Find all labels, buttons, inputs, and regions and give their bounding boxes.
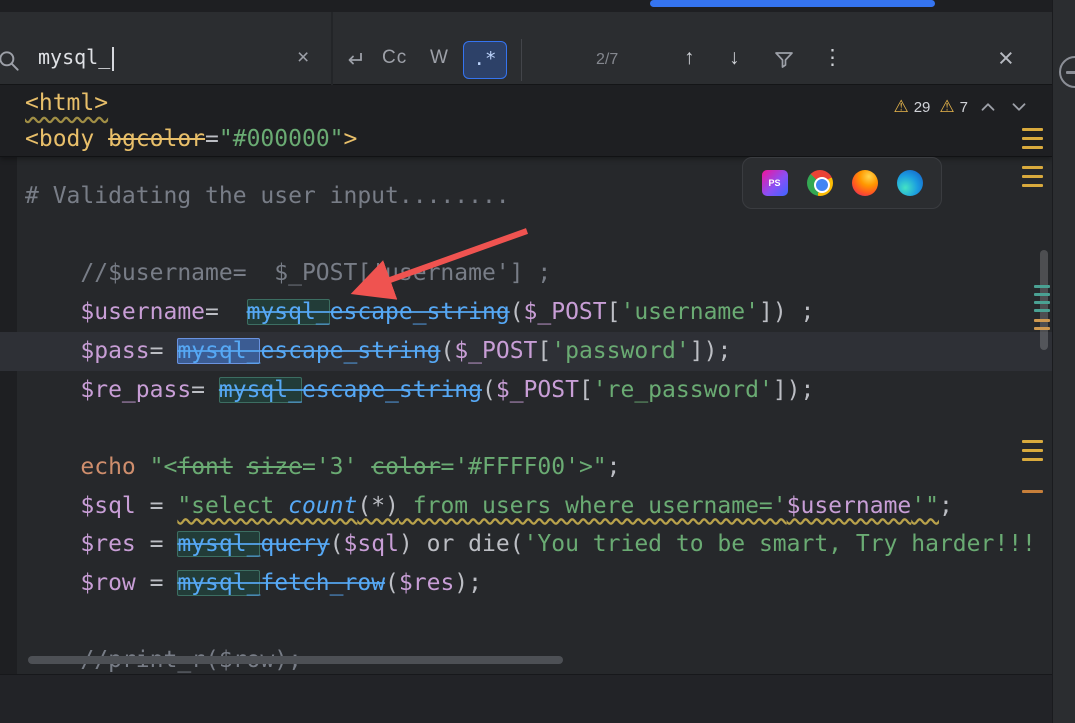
text-caret bbox=[112, 46, 115, 71]
match-case-toggle[interactable]: Cc bbox=[382, 47, 407, 69]
right-tool-window-bar bbox=[1052, 0, 1075, 723]
edge-icon[interactable] bbox=[896, 170, 923, 196]
phpstorm-icon[interactable]: PS bbox=[761, 170, 788, 196]
code-line: $re_pass= mysql_escape_string($_POST['re… bbox=[80, 376, 815, 403]
inspection-mark bbox=[1022, 440, 1043, 467]
code-line: $row = mysql_fetch_row($res); bbox=[80, 570, 482, 597]
more-options-icon[interactable]: ⋮ bbox=[822, 45, 843, 70]
stripe-mark bbox=[1034, 327, 1050, 330]
whole-words-toggle[interactable]: W bbox=[430, 47, 448, 69]
code-line: $pass= mysql_escape_string($_POST['passw… bbox=[0, 331, 1052, 371]
inspections-widget[interactable]: ⚠ 29 ⚠ 7 bbox=[893, 89, 1030, 125]
regex-toggle[interactable]: .* bbox=[463, 41, 507, 79]
horizontal-scrollbar-thumb[interactable] bbox=[28, 656, 563, 664]
close-search-icon[interactable]: × bbox=[998, 43, 1014, 74]
filter-icon[interactable] bbox=[772, 48, 796, 72]
firefox-icon[interactable] bbox=[851, 170, 878, 196]
code-line: //$username= $_POST['username'] ; bbox=[25, 260, 552, 287]
newline-icon[interactable] bbox=[342, 47, 366, 71]
inspection-mark bbox=[1022, 128, 1043, 155]
warning-count: 7 bbox=[959, 98, 968, 116]
search-input[interactable]: mysql_ bbox=[38, 45, 115, 71]
stripe-mark bbox=[1034, 293, 1050, 296]
search-icon bbox=[0, 51, 19, 71]
code-line: $res = mysql_query($sql) or die('You tri… bbox=[80, 531, 1036, 558]
bottom-panel bbox=[0, 674, 1052, 723]
search-query-text: mysql_ bbox=[38, 45, 111, 69]
next-match-button[interactable]: ↓ bbox=[729, 46, 740, 70]
chevron-up-icon[interactable] bbox=[977, 96, 999, 118]
divider bbox=[331, 12, 333, 85]
vertical-scrollbar-thumb[interactable] bbox=[1040, 250, 1048, 350]
chrome-icon[interactable] bbox=[806, 170, 833, 196]
search-bar: mysql_ × Cc W .* 2/7 ↑ ↓ ⋮ × bbox=[0, 12, 1052, 85]
error-count: 29 bbox=[913, 98, 931, 116]
stripe-mark bbox=[1034, 285, 1050, 288]
stripe-mark bbox=[1034, 301, 1050, 304]
progress-bar bbox=[650, 0, 935, 7]
inspection-mark bbox=[1022, 490, 1043, 499]
stripe-mark bbox=[1034, 319, 1050, 322]
browser-toolbar: PS bbox=[742, 157, 942, 209]
editor[interactable]: # Validating the user input........ //$u… bbox=[0, 85, 1052, 723]
code-line: <body bgcolor="#000000"> bbox=[25, 126, 358, 152]
inspection-mark bbox=[1022, 166, 1043, 193]
match-counter: 2/7 bbox=[596, 51, 619, 68]
code-line: $username= mysql_escape_string($_POST['u… bbox=[80, 299, 815, 326]
previous-match-button[interactable]: ↑ bbox=[684, 46, 695, 70]
error-triangle-icon: ⚠ bbox=[893, 97, 909, 116]
code-area[interactable]: # Validating the user input........ //$u… bbox=[0, 157, 1052, 680]
sticky-header: <html> <body bgcolor="#000000"> ⚠ 29 ⚠ 7 bbox=[0, 85, 1052, 157]
clear-search-icon[interactable]: × bbox=[297, 46, 309, 70]
divider bbox=[521, 39, 522, 81]
ide-window: mysql_ × Cc W .* 2/7 ↑ ↓ ⋮ × # Validatin… bbox=[0, 0, 1075, 723]
code-line: echo "<font size='3' color='#FFFF00'>"; bbox=[80, 453, 621, 480]
code-line: $sql = "select count(*) from users where… bbox=[80, 492, 953, 519]
chevron-down-icon[interactable] bbox=[1008, 96, 1030, 118]
warning-triangle-icon: ⚠ bbox=[939, 97, 955, 116]
database-icon[interactable] bbox=[1059, 56, 1075, 88]
stripe-mark bbox=[1034, 309, 1050, 312]
